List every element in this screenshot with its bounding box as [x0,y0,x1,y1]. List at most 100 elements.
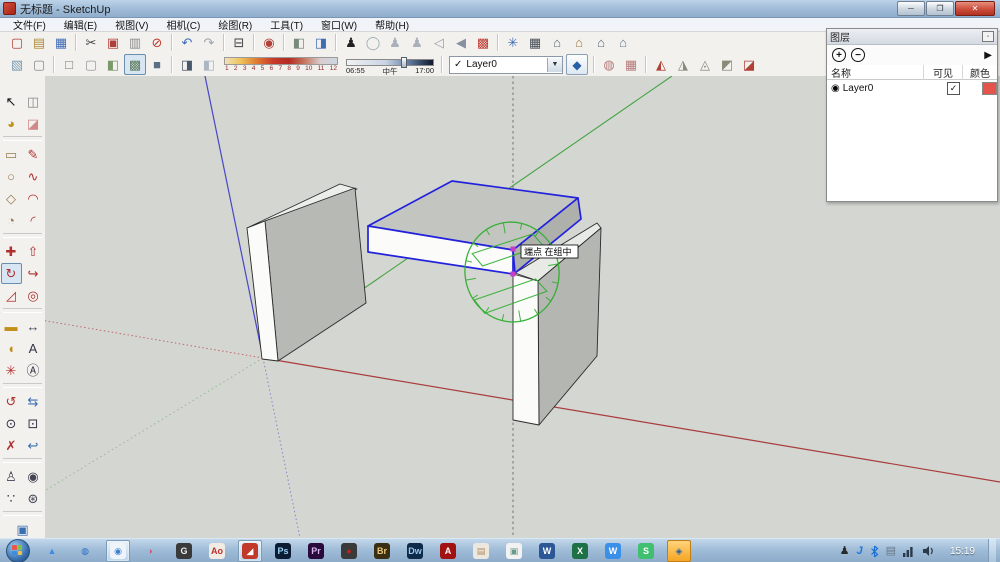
model-info-icon[interactable]: ◉ [258,32,280,53]
menu-file[interactable]: 文件(F) [4,17,55,32]
eraser-icon[interactable]: ◪ [23,113,44,134]
menu-draw[interactable]: 绘图(R) [209,17,261,32]
panel-collapse-icon[interactable]: ▫ [982,31,994,42]
front-view-icon[interactable]: ⌂ [590,32,612,53]
restore-button[interactable]: ❐ [926,1,954,16]
current-layer-radio[interactable]: ◉ [831,83,840,94]
taskbar-s-app-icon[interactable]: S [634,540,658,562]
taskbar-g-app-icon[interactable]: G [172,540,196,562]
close-button[interactable]: ✕ [955,1,995,16]
taskbar-notification-app-icon[interactable]: ◈ [667,540,691,562]
polygon-icon[interactable]: ◇ [1,188,22,209]
component-tool-a-icon[interactable]: ♟ [384,32,406,53]
layer-combobox[interactable]: ✓ Layer0 ▼ [449,55,563,74]
taskbar-dreamweaver-icon[interactable]: Dw [403,540,427,562]
cut-icon[interactable]: ✂ [80,32,102,53]
start-button[interactable] [6,539,30,562]
layer-color-swatch[interactable] [982,81,997,95]
taskbar-photoshop-icon[interactable]: Ps [271,540,295,562]
iso-view-icon[interactable]: ⌂ [546,32,568,53]
component-icon[interactable]: ◫ [23,91,44,112]
cone-tool-a-icon[interactable]: ◁ [428,32,450,53]
menu-tools[interactable]: 工具(T) [261,17,312,32]
undo-icon[interactable]: ↶ [176,32,198,53]
pie-icon[interactable]: ◔ [1,210,22,231]
volume-icon[interactable] [922,545,935,557]
textured-mode-icon[interactable]: ▩ [124,54,146,75]
hidden-line-mode-icon[interactable]: ▢ [80,54,102,75]
taskbar-bridge-icon[interactable]: Br [370,540,394,562]
zoom-extents-view-icon[interactable]: ✳ [502,32,524,53]
taskbar-photo-viewer-icon[interactable]: ▣ [502,540,526,562]
shaded-mode-icon[interactable]: ◧ [102,54,124,75]
minimize-button[interactable]: ─ [897,1,925,16]
redo-icon[interactable]: ↷ [198,32,220,53]
menu-edit[interactable]: 编辑(E) [55,17,106,32]
combo-dropdown-arrow-icon[interactable]: ▼ [547,57,562,72]
freehand-icon[interactable]: ∿ [23,166,44,187]
taskbar-premiere-icon[interactable]: Pr [304,540,328,562]
copy-icon[interactable]: ▣ [102,32,124,53]
j-app-tray-icon[interactable]: J [856,545,862,557]
bluetooth-icon[interactable] [870,545,879,558]
taskbar-recorder-app-icon[interactable]: ● [337,540,361,562]
make-group-icon[interactable]: ◨ [310,32,332,53]
menu-camera[interactable]: 相机(C) [157,17,209,32]
orbit-icon[interactable]: ↺ [1,391,22,412]
qq-tray-icon[interactable]: ♟ [840,545,850,557]
paint-bucket-icon[interactable]: ◕ [1,113,22,134]
add-layer-button[interactable]: + [832,48,846,62]
look-around-icon[interactable]: ◉ [23,466,44,487]
zoom-window-icon[interactable]: ⊡ [23,413,44,434]
new-document-icon[interactable]: ▢ [6,32,28,53]
smoove-icon[interactable]: ◭ [650,54,672,75]
taskbar-acrobat-icon[interactable]: A [436,540,460,562]
make-component-icon[interactable]: ◧ [288,32,310,53]
add-detail-icon[interactable]: ◩ [716,54,738,75]
previous-view-icon[interactable]: ↩ [23,435,44,456]
taskbar-clipboard-app-icon[interactable]: ▤ [469,540,493,562]
turn-tool-icon[interactable]: ⊛ [23,488,44,509]
materials-icon[interactable]: ▩ [472,32,494,53]
shadow-toggle-icon[interactable]: ◧ [198,54,220,75]
menu-window[interactable]: 窗口(W) [312,17,366,32]
flip-edge-icon[interactable]: ◪ [738,54,760,75]
walk-icon[interactable]: ∵ [1,488,22,509]
protractor-icon[interactable]: ◖ [1,338,22,359]
zoom-icon[interactable]: ⊙ [1,413,22,434]
from-contours-icon[interactable]: ◍ [598,54,620,75]
remove-layer-button[interactable]: − [851,48,865,62]
taskbar-triangle-app-icon[interactable]: ▲ [40,540,64,562]
position-camera-icon[interactable]: ♙ [1,466,22,487]
sphere-tool-icon[interactable]: ◯ [362,32,384,53]
taskbar-paint-app-icon[interactable]: ◗ [139,540,163,562]
rotate-icon[interactable]: ↻ [0,262,22,284]
wireframe-mode-icon[interactable]: □ [58,54,80,75]
move-icon[interactable]: ✚ [1,241,22,262]
layer-visible-checkbox[interactable]: ✓ [947,81,960,95]
show-desktop-button[interactable] [988,539,996,562]
arc-2-icon[interactable]: ◜ [23,210,44,231]
erase-icon[interactable]: ⊘ [146,32,168,53]
tray-app-icon[interactable]: ▤ [886,545,896,557]
network-signal-icon[interactable] [902,545,915,557]
line-icon[interactable]: ✎ [23,144,44,165]
menu-help[interactable]: 帮助(H) [366,17,418,32]
print-icon[interactable]: ⊟ [228,32,250,53]
menu-view[interactable]: 视图(V) [106,17,157,32]
section-plane-icon[interactable]: ▣ [12,519,33,540]
follow-me-icon[interactable]: ↪ [23,263,44,284]
taskbar-compass-browser-icon[interactable]: ◉ [106,540,130,562]
axes-icon[interactable]: ✳ [1,360,22,381]
shadow-time-slider[interactable]: 06:55 中午 17:00 [346,56,434,76]
cone-tool-b-icon[interactable]: ◀ [450,32,472,53]
offset-icon[interactable]: ◎ [23,285,44,306]
rectangle-icon[interactable]: ▭ [1,144,22,165]
layer-row[interactable]: ◉ Layer0 ✓ [827,80,997,96]
save-icon[interactable]: ▦ [50,32,72,53]
xray-mode-icon[interactable]: ▧ [6,54,28,75]
taskbar-word-icon[interactable]: W [535,540,559,562]
dimension-icon[interactable]: ↔ [23,316,44,337]
component-tool-b-icon[interactable]: ♟ [406,32,428,53]
pan-icon[interactable]: ⇆ [23,391,44,412]
